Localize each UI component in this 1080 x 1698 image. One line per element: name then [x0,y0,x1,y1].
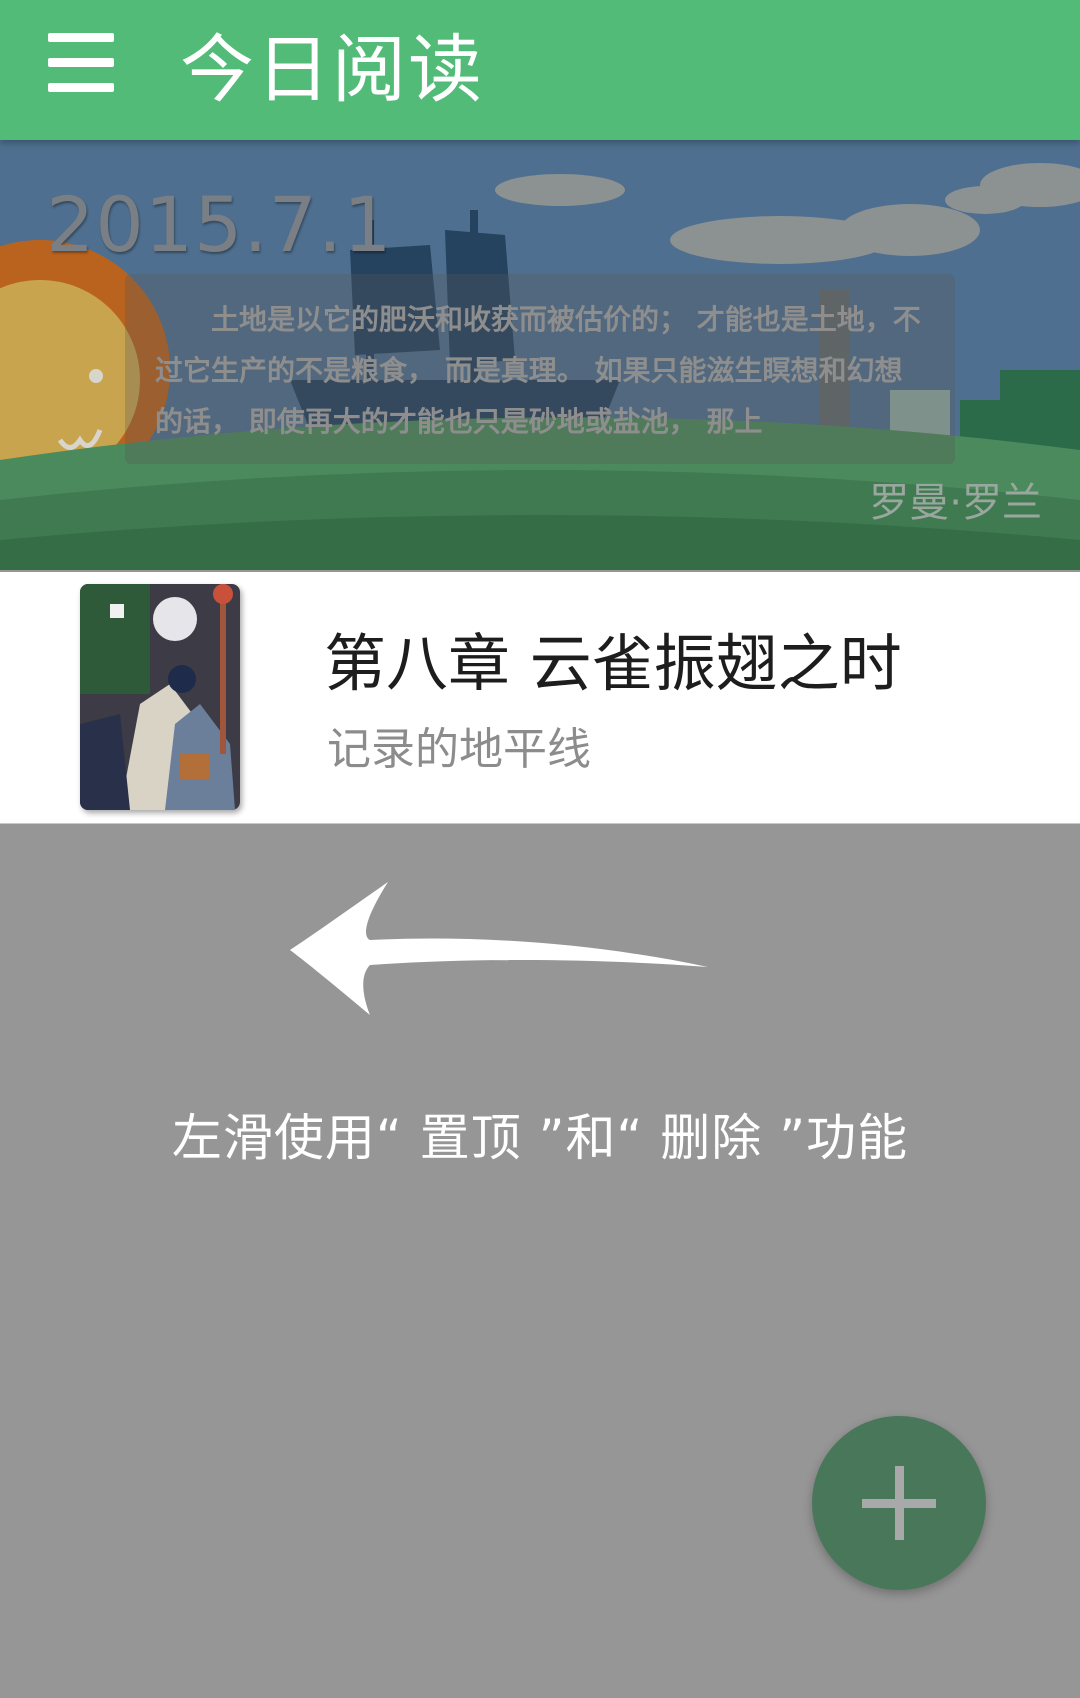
quote-author: 罗曼·罗兰 [869,480,1042,526]
daily-quote-text: 土地是以它的肥沃和收获而被估价的； 才能也是土地，不过它生产的不是粮食， 而是真… [125,274,955,464]
swipe-left-arrow-icon [290,882,708,1015]
banner-date: 2015.7.1 [46,180,393,269]
swipe-hint-text: 左滑使用“ 置顶 ”和“ 删除 ”功能 [171,1109,909,1167]
book-cover-image [80,584,240,810]
chapter-title: 第八章 云雀振翅之时 [324,627,902,700]
book-name: 记录的地平线 [327,724,591,775]
add-button[interactable] [812,1416,986,1590]
app-bar: 今日阅读 [0,0,1080,140]
app-title: 今日阅读 [180,27,484,113]
menu-icon[interactable] [48,33,116,95]
list-item-book[interactable]: 第八章 云雀振翅之时 记录的地平线 [0,572,1080,824]
